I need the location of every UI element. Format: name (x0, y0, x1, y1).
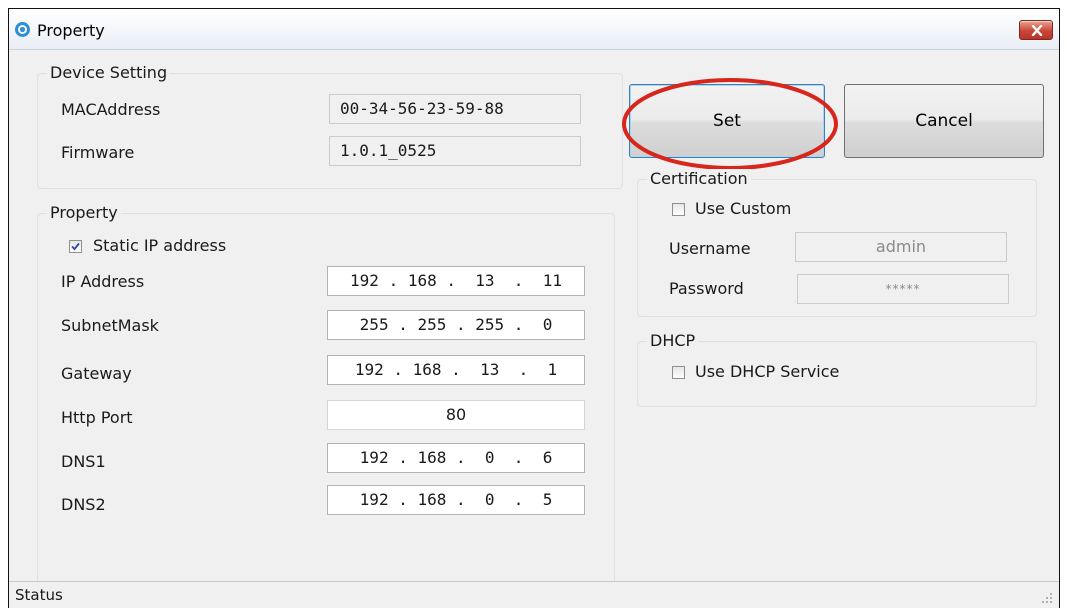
ip-address-label: IP Address (61, 272, 145, 291)
username-label: Username (669, 239, 751, 258)
dns2-label: DNS2 (61, 495, 106, 514)
cancel-button-label: Cancel (915, 111, 973, 131)
property-title: Property (47, 203, 121, 223)
username-field[interactable]: admin (795, 232, 1007, 262)
app-icon (15, 22, 30, 37)
dns1-input[interactable]: 192 . 168 . 0 . 6 (327, 443, 585, 473)
dns1-label: DNS1 (61, 452, 106, 471)
certification-title: Certification (647, 169, 751, 189)
subnet-mask-label: SubnetMask (61, 316, 159, 335)
status-text: Status (15, 586, 63, 604)
set-button[interactable]: Set (629, 84, 825, 158)
device-setting-title: Device Setting (47, 63, 171, 83)
password-label: Password (669, 279, 744, 298)
subnet-mask-input[interactable]: 255 . 255 . 255 . 0 (327, 310, 585, 340)
gateway-label: Gateway (61, 364, 132, 383)
mac-address-label: MACAddress (61, 100, 161, 119)
static-ip-checkbox[interactable] (69, 240, 82, 253)
password-field[interactable]: ***** (797, 274, 1009, 304)
ip-address-input[interactable]: 192 . 168 . 13 . 11 (327, 266, 585, 296)
resize-grip-icon[interactable] (1041, 592, 1053, 604)
close-icon (1031, 25, 1043, 36)
title-bar[interactable]: Property (9, 9, 1059, 50)
gateway-input[interactable]: 192 . 168 . 13 . 1 (327, 355, 585, 385)
http-port-label: Http Port (61, 408, 133, 427)
property-window: Property Device Setting MACAddress 00-34… (8, 8, 1060, 608)
close-button[interactable] (1019, 20, 1053, 40)
dhcp-title: DHCP (647, 331, 699, 351)
window-title: Property (37, 21, 105, 40)
device-setting-group (37, 73, 623, 189)
status-bar: Status (9, 581, 1059, 608)
use-dhcp-checkbox[interactable] (672, 366, 685, 379)
use-custom-label: Use Custom (695, 199, 792, 218)
checkmark-icon (71, 242, 80, 251)
firmware-label: Firmware (61, 143, 135, 162)
set-button-label: Set (713, 111, 741, 131)
cancel-button[interactable]: Cancel (844, 84, 1044, 158)
use-custom-checkbox[interactable] (672, 203, 685, 216)
dns2-input[interactable]: 192 . 168 . 0 . 5 (327, 485, 585, 515)
mac-address-field: 00-34-56-23-59-88 (329, 94, 581, 124)
static-ip-label: Static IP address (93, 236, 227, 255)
use-dhcp-label: Use DHCP Service (695, 362, 840, 381)
firmware-field: 1.0.1_0525 (329, 136, 581, 166)
http-port-input[interactable]: 80 (327, 400, 585, 430)
